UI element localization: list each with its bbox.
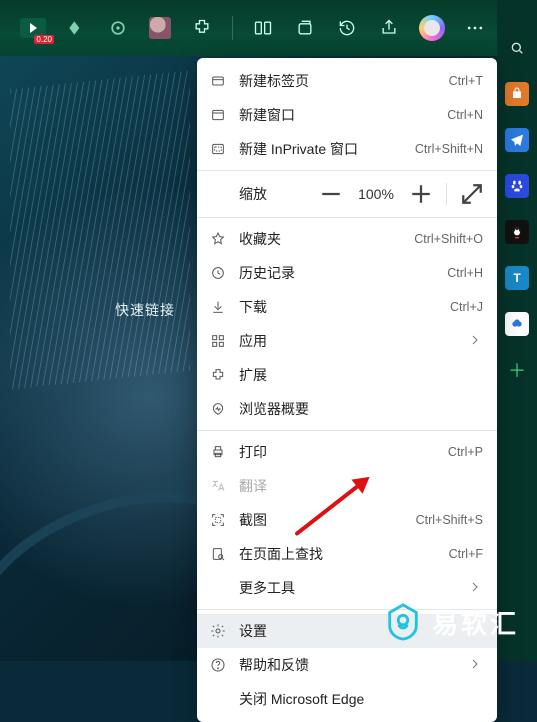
chevron-right-icon <box>467 579 483 598</box>
settings-and-more-menu: 新建标签页 Ctrl+T 新建窗口 Ctrl+N 新建 InPrivate 窗口… <box>197 58 497 722</box>
download-icon <box>209 298 227 316</box>
print-icon <box>209 443 227 461</box>
sidebar-search-icon[interactable] <box>505 36 529 60</box>
menu-extensions[interactable]: 扩展 <box>197 358 497 392</box>
menu-label: 设置 <box>239 621 483 641</box>
translate-icon <box>209 477 227 495</box>
extensions-icon[interactable] <box>190 15 214 41</box>
menu-separator <box>197 609 497 610</box>
menu-label: 打印 <box>239 442 436 462</box>
media-paused-icon[interactable]: 0.20 <box>20 15 46 41</box>
menu-favorites[interactable]: 收藏夹 Ctrl+Shift+O <box>197 222 497 256</box>
zoom-label: 缩放 <box>239 184 308 204</box>
menu-label: 截图 <box>239 510 404 530</box>
menu-label: 关闭 Microsoft Edge <box>239 689 483 709</box>
split-screen-icon[interactable] <box>251 15 275 41</box>
zoom-value: 100% <box>354 186 398 202</box>
menu-screenshot[interactable]: 截图 Ctrl+Shift+S <box>197 503 497 537</box>
zoom-out-button[interactable] <box>316 179 346 209</box>
new-window-icon <box>209 106 227 124</box>
menu-new-window[interactable]: 新建窗口 Ctrl+N <box>197 98 497 132</box>
menu-new-inprivate[interactable]: 新建 InPrivate 窗口 Ctrl+Shift+N <box>197 132 497 166</box>
menu-label: 更多工具 <box>239 578 455 598</box>
sidebar-baidu-icon[interactable] <box>505 174 529 198</box>
menu-settings[interactable]: 设置 <box>197 614 497 648</box>
screenshot-icon <box>209 511 227 529</box>
extension-icon-2[interactable] <box>106 15 130 41</box>
menu-label: 应用 <box>239 331 455 351</box>
menu-shortcut: Ctrl+J <box>450 300 483 314</box>
menu-downloads[interactable]: 下载 Ctrl+J <box>197 290 497 324</box>
menu-shortcut: Ctrl+Shift+S <box>416 513 483 527</box>
puzzle-icon <box>209 366 227 384</box>
extension-icon-1[interactable] <box>64 15 88 41</box>
sidebar-telegram-icon[interactable] <box>505 128 529 152</box>
menu-shortcut: Ctrl+Shift+O <box>414 232 483 246</box>
menu-more-tools[interactable]: 更多工具 <box>197 571 497 605</box>
menu-label: 帮助和反馈 <box>239 655 455 675</box>
star-icon <box>209 230 227 248</box>
menu-label: 新建 InPrivate 窗口 <box>239 139 403 159</box>
menu-apps[interactable]: 应用 <box>197 324 497 358</box>
menu-find-on-page[interactable]: 在页面上查找 Ctrl+F <box>197 537 497 571</box>
menu-close-edge[interactable]: 关闭 Microsoft Edge <box>197 682 497 716</box>
chevron-right-icon <box>467 332 483 351</box>
menu-label: 在页面上查找 <box>239 544 437 564</box>
sidebar-add-icon[interactable]: ＋ <box>505 358 529 382</box>
media-badge: 0.20 <box>34 35 54 44</box>
share-icon[interactable] <box>377 15 401 41</box>
menu-separator <box>197 170 497 171</box>
menu-label: 新建标签页 <box>239 71 437 91</box>
menu-label: 历史记录 <box>239 263 435 283</box>
inprivate-icon <box>209 140 227 158</box>
menu-shortcut: Ctrl+N <box>447 108 483 122</box>
browser-sidebar: T ＋ <box>497 0 537 661</box>
sidebar-app-t-icon[interactable]: T <box>505 266 529 290</box>
menu-label: 收藏夹 <box>239 229 402 249</box>
new-tab-icon <box>209 72 227 90</box>
menu-label: 新建窗口 <box>239 105 435 125</box>
menu-help-feedback[interactable]: 帮助和反馈 <box>197 648 497 682</box>
sidebar-qq-icon[interactable] <box>505 220 529 244</box>
pulse-icon <box>209 400 227 418</box>
toolbar-divider <box>232 16 233 40</box>
chevron-right-icon <box>467 656 483 675</box>
find-icon <box>209 545 227 563</box>
menu-history[interactable]: 历史记录 Ctrl+H <box>197 256 497 290</box>
profile-button[interactable] <box>419 15 445 41</box>
menu-separator <box>197 217 497 218</box>
zoom-divider <box>446 183 447 205</box>
menu-shortcut: Ctrl+Shift+N <box>415 142 483 156</box>
menu-label: 翻译 <box>239 476 483 496</box>
history-icon[interactable] <box>335 15 359 41</box>
menu-zoom-row: 缩放 100% <box>197 175 497 213</box>
profile-avatar-small[interactable] <box>148 15 172 41</box>
blank-icon <box>209 690 227 708</box>
menu-label: 下载 <box>239 297 438 317</box>
menu-print[interactable]: 打印 Ctrl+P <box>197 435 497 469</box>
zoom-in-button[interactable] <box>406 179 436 209</box>
menu-browser-essentials[interactable]: 浏览器概要 <box>197 392 497 426</box>
sidebar-shopping-icon[interactable] <box>505 82 529 106</box>
menu-translate: 翻译 <box>197 469 497 503</box>
browser-toolbar: 0.20 <box>0 0 537 56</box>
menu-label: 浏览器概要 <box>239 399 483 419</box>
collections-icon[interactable] <box>293 15 317 41</box>
fullscreen-button[interactable] <box>457 179 487 209</box>
gear-icon <box>209 622 227 640</box>
help-icon <box>209 656 227 674</box>
apps-icon <box>209 332 227 350</box>
more-menu-button[interactable] <box>463 15 487 41</box>
history-icon <box>209 264 227 282</box>
menu-new-tab[interactable]: 新建标签页 Ctrl+T <box>197 64 497 98</box>
quick-links-label: 快速链接 <box>115 300 175 320</box>
menu-separator <box>197 430 497 431</box>
menu-shortcut: Ctrl+T <box>449 74 483 88</box>
sidebar-cloud-icon[interactable] <box>505 312 529 336</box>
menu-shortcut: Ctrl+F <box>449 547 483 561</box>
blank-icon <box>209 579 227 597</box>
menu-shortcut: Ctrl+P <box>448 445 483 459</box>
menu-shortcut: Ctrl+H <box>447 266 483 280</box>
menu-label: 扩展 <box>239 365 483 385</box>
